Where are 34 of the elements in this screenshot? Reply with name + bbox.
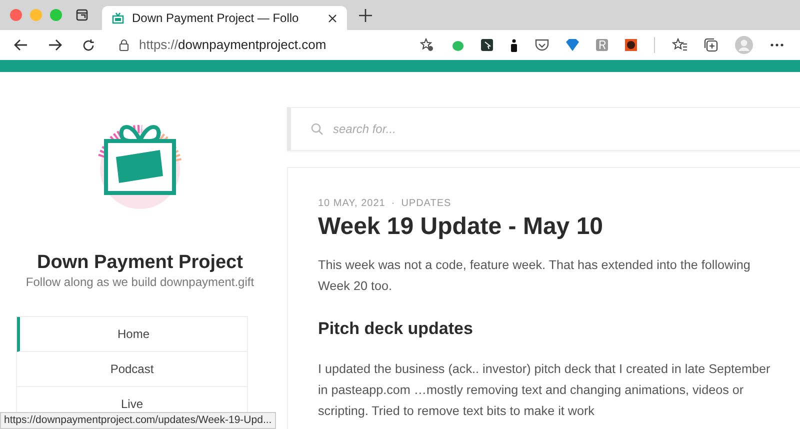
close-icon[interactable] <box>328 14 337 22</box>
r-extension-icon[interactable] <box>596 39 608 51</box>
favorites-icon[interactable] <box>672 38 687 52</box>
site-tagline: Follow along as we build downpayment.gift <box>26 275 254 290</box>
post-title[interactable]: Week 19 Update - May 10 <box>318 213 773 241</box>
pocket-icon[interactable] <box>535 39 549 51</box>
bottle-extension-icon[interactable] <box>510 38 518 52</box>
url-text: https://downpaymentproject.com <box>139 36 326 54</box>
cursor-extension-icon[interactable] <box>481 39 493 51</box>
lock-icon <box>119 39 129 51</box>
search-field[interactable]: search for... <box>287 107 800 151</box>
nav-item[interactable]: Home <box>17 317 247 352</box>
browser-tab[interactable]: Down Payment Project — Follo <box>102 6 347 30</box>
section-heading: Pitch deck updates <box>318 318 474 340</box>
new-tab-icon[interactable] <box>359 8 372 22</box>
forward-icon[interactable] <box>48 39 62 51</box>
nav-item[interactable]: Podcast <box>17 352 247 387</box>
tab-actions-icon[interactable] <box>76 9 88 21</box>
back-icon[interactable] <box>14 39 28 51</box>
reload-icon[interactable] <box>82 38 95 52</box>
collections-icon[interactable] <box>704 38 718 52</box>
meta-separator: · <box>391 197 396 211</box>
more-icon[interactable] <box>770 43 784 47</box>
site-title[interactable]: Down Payment Project <box>37 252 243 274</box>
body-paragraph: I updated the business (ack.. investor) pitch deck that I created in late September in pasteapp.com …mostly removing text and changing animations, videos or scripting. Tried to remove text bits to make it work <box>318 361 772 420</box>
search-icon <box>311 123 323 135</box>
diamond-icon[interactable] <box>566 39 579 51</box>
tab-title: Down Payment Project — Follo <box>132 10 299 27</box>
url-status-tooltip: https://downpaymentproject.com/updates/Week-19-Upd... <box>0 412 276 429</box>
add-favorite-icon[interactable] <box>420 38 434 52</box>
address-bar[interactable]: https://downpaymentproject.com <box>113 32 393 58</box>
post-date: 10 MAY, 2021 <box>318 197 386 211</box>
body-paragraph: This week was not a code, feature week. That has extended into the following Week 20 too. <box>318 257 752 295</box>
globe-extension-icon[interactable] <box>625 39 637 51</box>
